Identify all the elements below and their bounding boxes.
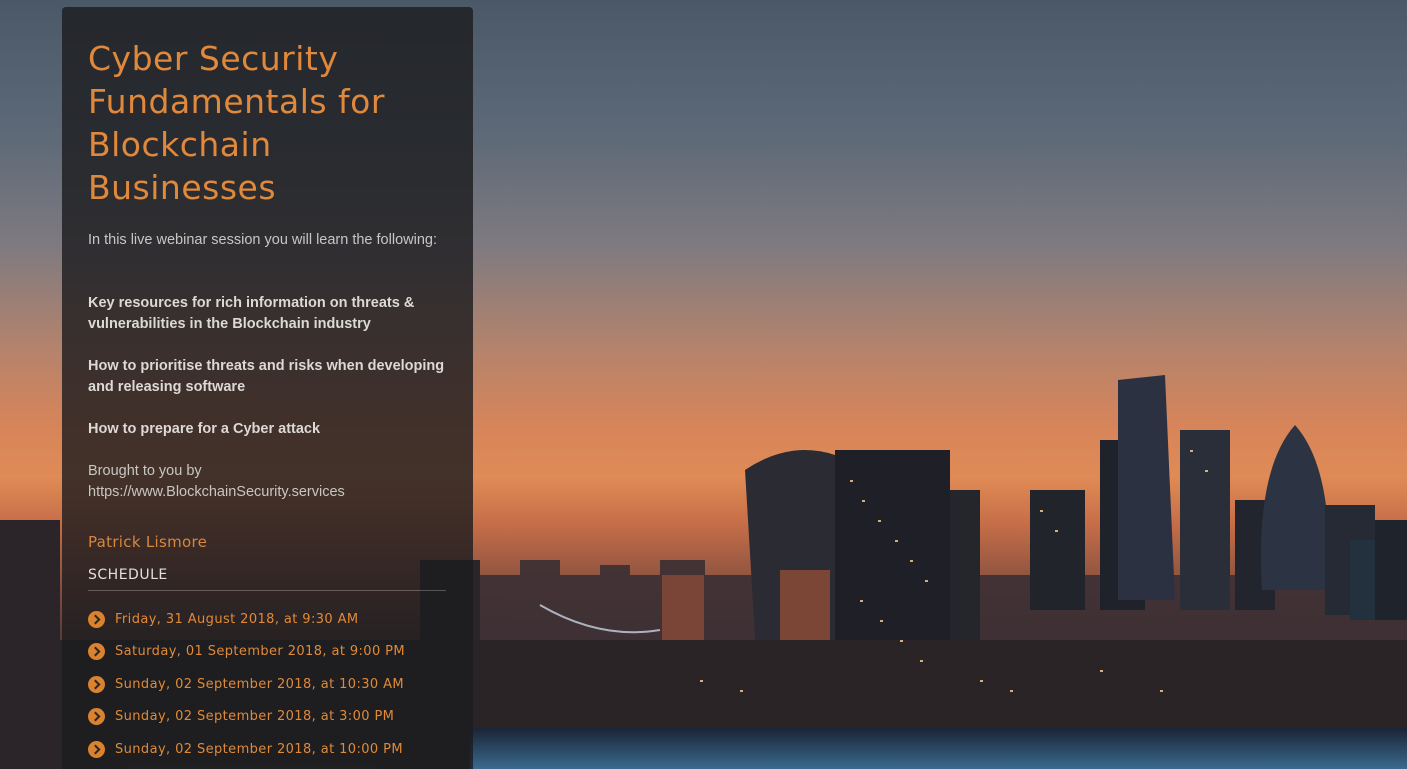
- page: Cyber Security Fundamentals for Blockcha…: [0, 0, 1407, 769]
- chevron-right-circle-icon: [88, 643, 105, 661]
- brought-by-text: Brought to you by https://www.Blockchain…: [88, 463, 345, 500]
- schedule-item: Friday, 31 August 2018, at 9:30 AM: [88, 603, 405, 636]
- chevron-right-circle-icon: [88, 610, 105, 628]
- schedule-item: Sunday, 02 September 2018, at 10:00 PM: [88, 733, 405, 766]
- schedule-item: Sunday, 02 September 2018, at 3:00 PM: [88, 701, 405, 734]
- schedule-session-link[interactable]: Sunday, 02 September 2018, at 10:30 AM: [115, 677, 404, 692]
- schedule-item: Sunday, 02 September 2018, at 10:30 AM: [88, 668, 405, 701]
- learning-point: Key resources for rich information on th…: [88, 295, 415, 332]
- schedule-session-link[interactable]: Sunday, 02 September 2018, at 10:00 PM: [115, 742, 403, 757]
- learning-point: How to prioritise threats and risks when…: [88, 358, 445, 395]
- schedule-list: Friday, 31 August 2018, at 9:30 AM Satur…: [88, 603, 405, 766]
- chevron-right-circle-icon: [88, 708, 105, 726]
- learning-point: How to prepare for a Cyber attack: [88, 421, 321, 437]
- chevron-right-circle-icon: [88, 740, 105, 758]
- schedule-session-link[interactable]: Friday, 31 August 2018, at 9:30 AM: [115, 612, 359, 627]
- schedule-session-link[interactable]: Sunday, 02 September 2018, at 3:00 PM: [115, 709, 394, 724]
- schedule-heading: SCHEDULE: [88, 567, 168, 583]
- webinar-title: Cyber Security Fundamentals for Blockcha…: [88, 39, 385, 207]
- webinar-info-panel: Cyber Security Fundamentals for Blockcha…: [62, 7, 473, 769]
- schedule-divider: [88, 590, 446, 591]
- webinar-intro: In this live webinar session you will le…: [88, 232, 437, 248]
- schedule-session-link[interactable]: Saturday, 01 September 2018, at 9:00 PM: [115, 644, 405, 659]
- chevron-right-circle-icon: [88, 675, 105, 693]
- schedule-item: Saturday, 01 September 2018, at 9:00 PM: [88, 636, 405, 669]
- presenter-name: Patrick Lismore: [88, 533, 208, 551]
